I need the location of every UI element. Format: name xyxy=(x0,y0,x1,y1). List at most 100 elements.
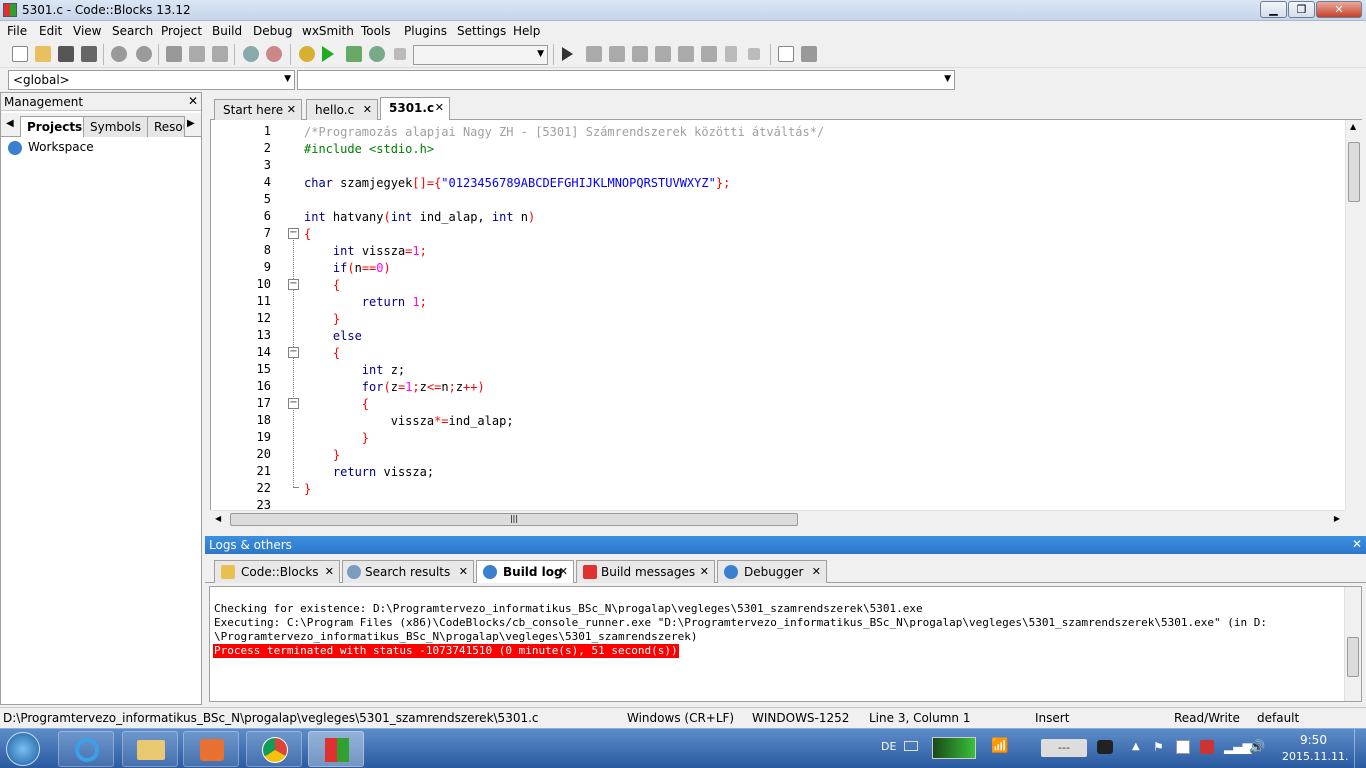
taskbar-internet-explorer[interactable] xyxy=(58,731,114,767)
replace-icon[interactable] xyxy=(266,46,282,62)
close-icon[interactable]: ✕ xyxy=(188,94,198,108)
run-icon[interactable] xyxy=(322,46,334,62)
menu-edit[interactable]: Edit xyxy=(39,24,62,38)
fold-toggle-icon[interactable]: − xyxy=(288,228,299,239)
tab-hello-c[interactable]: hello.c ✕ xyxy=(306,99,378,120)
tab-scroll-left-icon[interactable]: ◀ xyxy=(6,118,14,129)
menu-debug[interactable]: Debug xyxy=(253,24,292,38)
tab-build-messages[interactable]: Build messages ✕ xyxy=(576,560,715,583)
step-into-icon[interactable] xyxy=(632,46,648,62)
scroll-left-icon[interactable]: ◀ xyxy=(215,514,221,523)
close-button[interactable]: ✕ xyxy=(1316,1,1362,18)
menu-build[interactable]: Build xyxy=(212,24,242,38)
menu-file[interactable]: File xyxy=(7,24,27,38)
step-out-icon[interactable] xyxy=(655,46,671,62)
menu-view[interactable]: View xyxy=(73,24,101,38)
build-gear-icon[interactable] xyxy=(299,46,315,62)
symbol-dropdown[interactable]: ▼ xyxy=(297,70,955,90)
clock-date[interactable]: 2015.11.11. xyxy=(1282,750,1348,763)
signal-meter-icon[interactable] xyxy=(932,737,976,759)
power-plug-icon[interactable] xyxy=(1097,740,1113,754)
stop-debugger-icon[interactable] xyxy=(748,48,760,60)
new-file-icon[interactable] xyxy=(12,46,28,62)
flag-icon[interactable]: ⚑ xyxy=(1153,740,1164,754)
close-icon[interactable]: ✕ xyxy=(812,565,821,578)
show-hidden-icons-icon[interactable]: ▲ xyxy=(1132,741,1140,752)
close-icon[interactable]: ✕ xyxy=(459,565,468,578)
save-icon[interactable] xyxy=(58,46,74,62)
close-icon[interactable]: ✕ xyxy=(1352,537,1362,551)
maximize-button[interactable]: ❐ xyxy=(1288,1,1315,18)
build-log-output[interactable]: Checking for existence: D:\Programtervez… xyxy=(209,586,1362,702)
tab-scroll-right-icon[interactable]: ▶ xyxy=(187,118,195,129)
tab-codeblocks-log[interactable]: Code::Blocks ✕ xyxy=(214,560,340,583)
editor-vertical-scrollbar[interactable]: ▲ xyxy=(1345,120,1362,510)
abort-icon[interactable] xyxy=(394,48,406,60)
scrollbar-thumb[interactable] xyxy=(1348,142,1360,202)
minimize-button[interactable]: ▁ xyxy=(1260,1,1287,18)
tab-symbols[interactable]: Symbols xyxy=(83,116,148,137)
wireless-icon[interactable]: 📶 xyxy=(991,738,1008,754)
tray-box[interactable]: --- xyxy=(1041,739,1087,757)
menu-project[interactable]: Project xyxy=(161,24,202,38)
scrollbar-thumb[interactable]: ||| xyxy=(230,513,798,526)
tab-5301-c[interactable]: 5301.c ✕ xyxy=(380,97,450,120)
menu-wxsmith[interactable]: wxSmith xyxy=(302,24,354,38)
menu-plugins[interactable]: Plugins xyxy=(404,24,447,38)
workspace-tree-item[interactable]: Workspace xyxy=(28,140,94,154)
build-and-run-icon[interactable] xyxy=(346,46,362,62)
fold-toggle-icon[interactable]: − xyxy=(288,347,299,358)
network-bars-icon[interactable]: ▂▄▆ xyxy=(1224,740,1252,754)
fold-toggle-icon[interactable]: − xyxy=(288,279,299,290)
run-to-cursor-icon[interactable] xyxy=(586,46,602,62)
code-editor[interactable]: 1 2 3 4 5 6 7 8 9 10 11 12 13 14 15 16 1… xyxy=(210,120,1362,510)
scroll-right-icon[interactable]: ▶ xyxy=(1334,514,1340,523)
tab-search-results[interactable]: Search results ✕ xyxy=(342,560,474,583)
next-instruction-icon[interactable] xyxy=(678,46,694,62)
tab-build-log[interactable]: Build log ✕ xyxy=(476,560,574,583)
scope-dropdown[interactable]: <global> ▼ xyxy=(8,70,295,90)
debug-continue-icon[interactable] xyxy=(562,47,573,61)
pause-icon[interactable] xyxy=(725,46,737,62)
start-button[interactable] xyxy=(6,732,40,766)
windows-update-icon[interactable] xyxy=(1176,740,1190,754)
volume-icon[interactable]: 🔊 xyxy=(1249,740,1265,755)
menu-tools[interactable]: Tools xyxy=(361,24,391,38)
clock-time[interactable]: 9:50 xyxy=(1300,733,1327,747)
redo-icon[interactable] xyxy=(136,46,152,62)
menu-search[interactable]: Search xyxy=(112,24,153,38)
build-target-dropdown[interactable]: ▼ xyxy=(413,45,548,65)
find-icon[interactable] xyxy=(243,46,259,62)
close-icon[interactable]: ✕ xyxy=(700,565,709,578)
debugging-windows-icon[interactable] xyxy=(778,46,794,62)
step-into-instruction-icon[interactable] xyxy=(701,46,717,62)
taskbar-media-player[interactable] xyxy=(183,731,239,767)
close-icon[interactable]: ✕ xyxy=(435,101,444,114)
show-desktop-button[interactable] xyxy=(1354,729,1366,768)
close-icon[interactable]: ✕ xyxy=(287,103,296,116)
taskbar-chrome[interactable] xyxy=(246,731,302,767)
menu-help[interactable]: Help xyxy=(513,24,540,38)
close-icon[interactable]: ✕ xyxy=(325,565,334,578)
language-indicator[interactable]: DE xyxy=(881,740,896,753)
menu-settings[interactable]: Settings xyxy=(457,24,506,38)
tab-start-here[interactable]: Start here ✕ xyxy=(214,99,302,120)
scroll-up-icon[interactable]: ▲ xyxy=(1350,122,1356,131)
scrollbar-thumb[interactable] xyxy=(1347,637,1359,677)
taskbar-codeblocks[interactable] xyxy=(308,731,364,767)
security-icon[interactable] xyxy=(1200,740,1214,754)
copy-icon[interactable] xyxy=(189,46,205,62)
undo-icon[interactable] xyxy=(111,46,127,62)
keyboard-icon[interactable] xyxy=(904,741,918,751)
next-line-icon[interactable] xyxy=(609,46,625,62)
close-icon[interactable]: ✕ xyxy=(363,103,372,116)
rebuild-icon[interactable] xyxy=(369,46,385,62)
save-all-icon[interactable] xyxy=(81,46,97,62)
taskbar-explorer[interactable] xyxy=(122,731,178,767)
various-info-icon[interactable] xyxy=(801,46,817,62)
paste-icon[interactable] xyxy=(212,46,228,62)
cut-icon[interactable] xyxy=(166,46,182,62)
close-icon[interactable]: ✕ xyxy=(559,565,568,578)
tab-projects[interactable]: Projects xyxy=(20,116,90,137)
editor-horizontal-scrollbar[interactable]: ◀ ||| ▶ xyxy=(210,510,1345,527)
